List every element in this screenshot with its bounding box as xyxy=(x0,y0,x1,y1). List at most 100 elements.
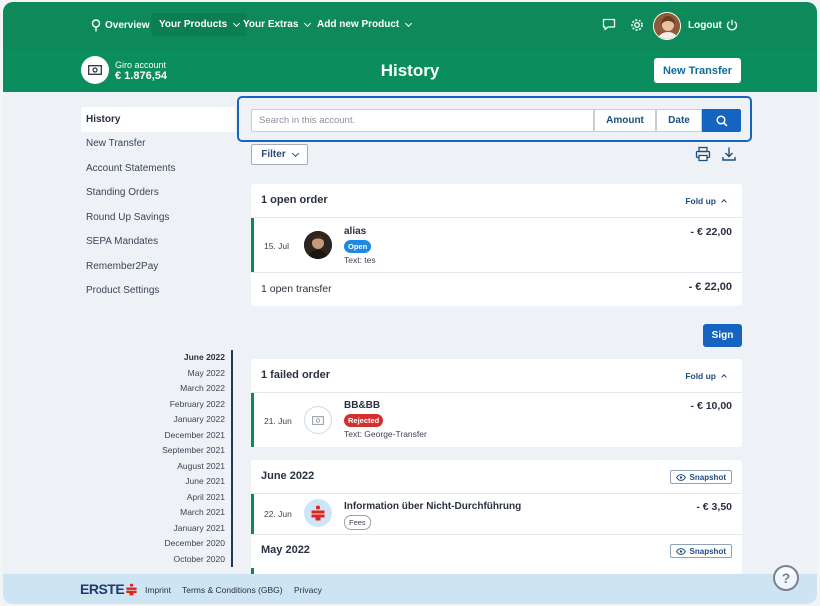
search-icon xyxy=(715,114,728,127)
snapshot-button[interactable]: Snapshot xyxy=(669,470,732,484)
chevron-up-icon xyxy=(721,374,727,380)
transaction-text: Text: George-Transfer xyxy=(344,429,427,439)
sidebar-item-product-settings[interactable]: Product Settings xyxy=(81,279,235,304)
month-link[interactable]: March 2021 xyxy=(103,505,225,521)
avatar[interactable] xyxy=(653,12,681,40)
help-button[interactable]: ? xyxy=(773,565,799,591)
snapshot-label: Snapshot xyxy=(689,472,726,482)
banknote-icon xyxy=(312,415,324,425)
logout-label: Logout xyxy=(688,19,722,31)
open-transfer-summary-amount: - € 22,00 xyxy=(688,281,732,293)
month-link[interactable]: June 2021 xyxy=(103,474,225,490)
chat-icon[interactable] xyxy=(602,18,616,31)
gear-icon[interactable] xyxy=(630,18,644,32)
search-bar: Search in this account. Amount Date xyxy=(237,96,752,142)
open-orders-card: 1 open order Fold up 15. Jul alias Open … xyxy=(251,184,742,306)
month-group-title: June 2022 xyxy=(261,470,315,482)
month-group-title: May 2022 xyxy=(261,544,310,556)
payee-name: alias xyxy=(344,226,367,237)
divider xyxy=(251,534,742,535)
filter-label: Filter xyxy=(261,149,286,160)
fold-up-label: Fold up xyxy=(685,196,716,206)
open-orders-title: 1 open order xyxy=(261,194,328,206)
chevron-down-icon xyxy=(405,19,413,27)
download-icon[interactable] xyxy=(721,146,737,162)
payee-name: Information über Nicht-Durchführung xyxy=(344,501,522,512)
month-link[interactable]: January 2021 xyxy=(103,521,225,537)
table-row[interactable]: 21. Jun BB&BB Rejected Text: George-Tran… xyxy=(251,393,742,447)
payee-photo xyxy=(304,231,332,259)
status-badge: Open xyxy=(344,240,372,253)
nav-your-products-label: Your Products xyxy=(159,19,228,30)
search-input[interactable]: Search in this account. xyxy=(251,109,594,132)
month-link[interactable]: October 2020 xyxy=(103,552,225,568)
nav-add-new-product-label: Add new Product xyxy=(317,19,400,30)
month-link[interactable]: April 2021 xyxy=(103,490,225,506)
sign-button[interactable]: Sign xyxy=(703,324,742,347)
snapshot-label: Snapshot xyxy=(689,546,726,556)
chevron-up-icon xyxy=(721,199,727,205)
fold-up-label: Fold up xyxy=(685,371,716,381)
open-transfer-summary-label: 1 open transfer xyxy=(261,283,332,295)
eye-icon xyxy=(675,547,686,555)
fold-up-button[interactable]: Fold up xyxy=(685,196,727,206)
terms-link[interactable]: Terms & Conditions (GBG) xyxy=(182,585,283,595)
month-link[interactable]: March 2022 xyxy=(103,381,225,397)
app-frame: Overview Your Products Your Extras Add n… xyxy=(3,2,817,604)
brand-name: ERSTE xyxy=(80,581,125,597)
sidebar-item-remember2pay[interactable]: Remember2Pay xyxy=(81,254,235,279)
sparkasse-logo-icon xyxy=(311,505,325,521)
table-row[interactable]: 15. Jul alias Open Text: tes - € 22,00 xyxy=(251,218,742,272)
transaction-amount: - € 3,50 xyxy=(696,501,732,513)
sidebar-item-round-up-savings[interactable]: Round Up Savings xyxy=(81,205,235,230)
chevron-down-icon xyxy=(233,19,241,27)
month-link[interactable]: September 2021 xyxy=(103,443,225,459)
category-badge: Fees xyxy=(344,515,371,530)
transaction-text: Text: tes xyxy=(344,255,376,265)
sidebar-item-new-transfer[interactable]: New Transfer xyxy=(81,132,235,157)
chevron-down-icon xyxy=(304,19,312,27)
month-link[interactable]: December 2020 xyxy=(103,536,225,552)
logout-button[interactable]: Logout xyxy=(688,19,738,31)
nav-overview-label: Overview xyxy=(105,20,150,31)
table-row[interactable]: 22. Jun Information über Nicht-Durchführ… xyxy=(251,494,742,534)
privacy-link[interactable]: Privacy xyxy=(294,585,322,595)
transaction-date: 22. Jun xyxy=(264,509,292,519)
transaction-date: 15. Jul xyxy=(264,241,290,251)
payee-name: BB&BB xyxy=(344,400,381,411)
search-button[interactable] xyxy=(702,109,741,132)
fold-up-button[interactable]: Fold up xyxy=(685,371,727,381)
location-pin-icon xyxy=(91,19,101,32)
month-link[interactable]: February 2022 xyxy=(103,397,225,413)
new-transfer-button[interactable]: New Transfer xyxy=(654,58,741,83)
sparkasse-logo-icon xyxy=(126,583,137,595)
filter-button[interactable]: Filter xyxy=(251,144,308,165)
transaction-amount: - € 10,00 xyxy=(690,400,732,412)
month-link[interactable]: August 2021 xyxy=(103,459,225,475)
divider xyxy=(251,272,742,273)
eye-icon xyxy=(675,473,686,481)
sidebar-item-standing-orders[interactable]: Standing Orders xyxy=(81,181,235,206)
erste-logo[interactable]: ERSTE xyxy=(80,581,137,597)
month-link[interactable]: June 2022 xyxy=(103,350,225,366)
print-icon[interactable] xyxy=(695,146,711,162)
month-link[interactable]: December 2021 xyxy=(103,428,225,444)
nav-add-new-product[interactable]: Add new Product xyxy=(317,19,413,30)
sidebar-item-history[interactable]: History xyxy=(81,107,235,132)
chevron-down-icon xyxy=(291,149,299,157)
sidebar-item-account-statements[interactable]: Account Statements xyxy=(81,156,235,181)
date-button[interactable]: Date xyxy=(656,109,702,132)
failed-orders-card: 1 failed order Fold up 21. Jun BB&BB Rej… xyxy=(251,359,742,447)
nav-overview[interactable]: Overview xyxy=(91,19,149,32)
sidebar-menu: History New Transfer Account Statements … xyxy=(81,107,235,303)
sidebar-item-sepa-mandates[interactable]: SEPA Mandates xyxy=(81,230,235,255)
snapshot-button[interactable]: Snapshot xyxy=(669,544,732,558)
imprint-link[interactable]: Imprint xyxy=(145,585,171,595)
nav-your-extras[interactable]: Your Extras xyxy=(243,19,312,30)
status-badge: Rejected xyxy=(344,414,384,427)
month-link[interactable]: May 2022 xyxy=(103,366,225,382)
month-link[interactable]: January 2022 xyxy=(103,412,225,428)
power-icon xyxy=(726,19,737,31)
nav-your-products[interactable]: Your Products xyxy=(151,13,248,36)
amount-button[interactable]: Amount xyxy=(594,109,656,132)
